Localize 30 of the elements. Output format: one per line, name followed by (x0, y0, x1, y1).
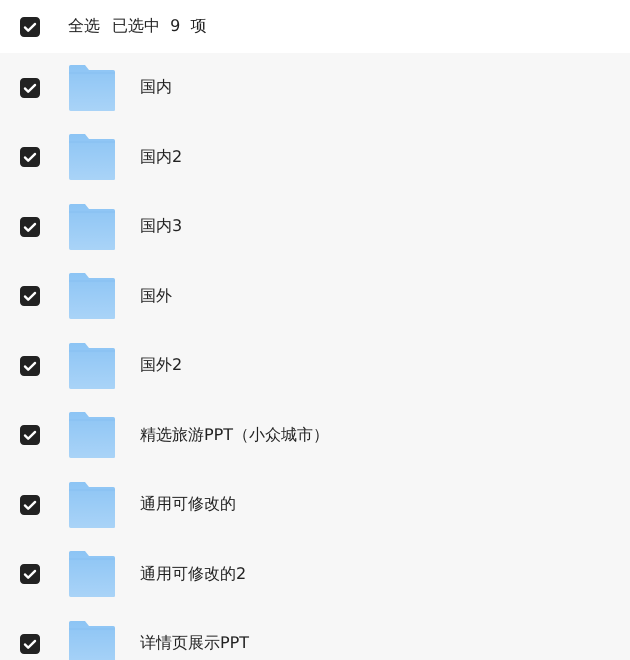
folder-checkbox[interactable] (20, 425, 40, 446)
folder-icon (67, 480, 117, 529)
folder-checkbox[interactable] (20, 286, 40, 306)
selection-count: 已选中 9 项 (112, 16, 207, 37)
folder-checkbox[interactable] (20, 78, 40, 98)
select-all-label[interactable]: 全选 (68, 16, 100, 37)
folder-checkbox[interactable] (20, 494, 40, 515)
folder-name[interactable]: 精选旅游PPT（小众城市） (140, 424, 330, 446)
folder-icon (67, 411, 117, 460)
folder-icon (67, 133, 117, 182)
folder-name[interactable]: 国内 (140, 77, 172, 98)
folder-name[interactable]: 国内3 (140, 216, 182, 238)
folder-name[interactable]: 详情页展示PPT (140, 633, 250, 654)
folder-icon (67, 550, 117, 598)
folder-icon (67, 342, 117, 390)
folder-checkbox[interactable] (20, 216, 40, 237)
folder-name[interactable]: 国内2 (140, 146, 182, 168)
folder-icon (67, 272, 117, 320)
folder-checkbox[interactable] (20, 147, 40, 168)
folder-name[interactable]: 通用可修改的2 (140, 564, 246, 585)
folder-icon (67, 202, 117, 251)
folder-name[interactable]: 通用可修改的 (140, 494, 236, 516)
folder-checkbox[interactable] (20, 634, 40, 654)
folder-checkbox[interactable] (20, 564, 40, 584)
folder-name[interactable]: 国外 (140, 286, 172, 307)
folder-name[interactable]: 国外2 (140, 355, 182, 376)
folder-icon (67, 64, 117, 112)
folder-icon (67, 620, 117, 660)
select-all-checkbox[interactable] (20, 16, 40, 36)
folder-checkbox[interactable] (20, 356, 40, 376)
